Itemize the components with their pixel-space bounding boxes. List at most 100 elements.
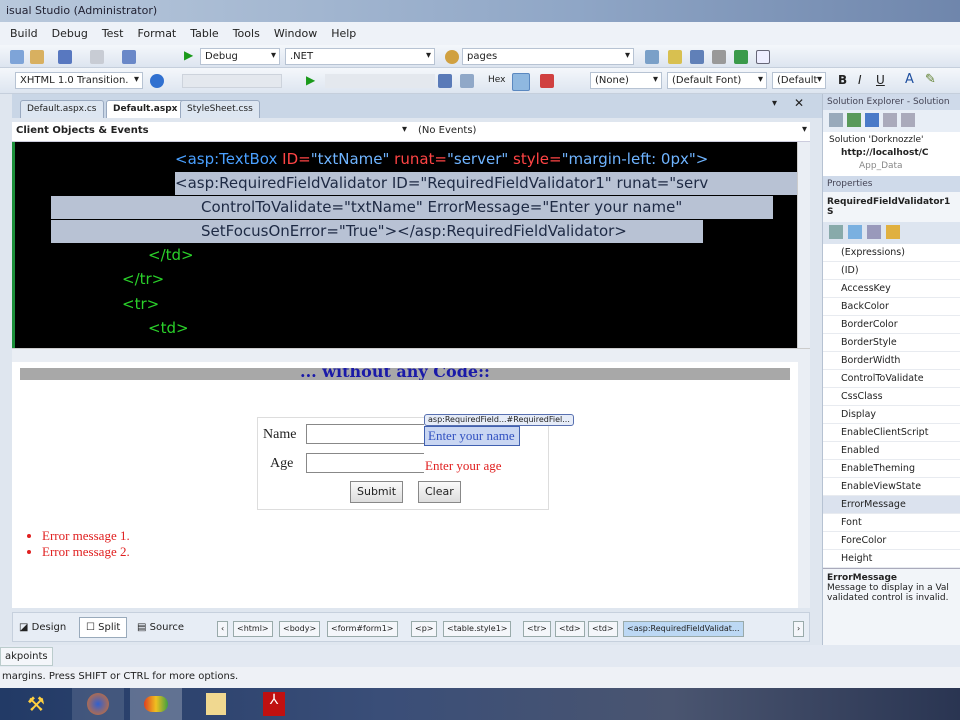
property-row[interactable]: (Expressions): [823, 244, 960, 262]
code-editor[interactable]: <asp:TextBox ID="txtName" runat="server"…: [12, 142, 797, 348]
start-page-icon[interactable]: [734, 50, 748, 64]
properties-object[interactable]: RequiredFieldValidator1 S: [823, 192, 960, 222]
crumb-scroll-left[interactable]: ‹: [217, 621, 229, 637]
style-select[interactable]: (None): [590, 72, 662, 89]
pointer-icon[interactable]: [512, 73, 530, 91]
firefox-taskbar-icon[interactable]: [72, 688, 124, 720]
property-row[interactable]: Enabled: [823, 442, 960, 460]
property-row[interactable]: (ID): [823, 262, 960, 280]
run-icon[interactable]: ▶: [306, 73, 315, 87]
property-row[interactable]: ControlToValidate: [823, 370, 960, 388]
undo-icon[interactable]: [58, 50, 72, 64]
name-input[interactable]: [306, 424, 424, 444]
view-code-icon[interactable]: [883, 113, 897, 127]
menu-format[interactable]: Format: [137, 27, 176, 40]
font-select[interactable]: (Default Font): [667, 72, 767, 89]
crumb-body[interactable]: <body>: [279, 621, 321, 637]
submit-button[interactable]: Submit: [350, 481, 404, 503]
redo-icon[interactable]: [90, 50, 104, 64]
property-row[interactable]: ForeColor: [823, 532, 960, 550]
categorized-icon[interactable]: [829, 225, 843, 239]
menu-debug[interactable]: Debug: [52, 27, 88, 40]
configuration-select[interactable]: Debug: [200, 48, 280, 65]
property-row[interactable]: Font: [823, 514, 960, 532]
client-objects-select[interactable]: Client Objects & Events: [12, 123, 410, 140]
underline-button[interactable]: U: [876, 73, 885, 87]
menu-table[interactable]: Table: [190, 27, 218, 40]
code-horizontal-scrollbar[interactable]: [12, 348, 810, 362]
forecolor-icon[interactable]: A: [905, 72, 914, 87]
crumb-tr[interactable]: <tr>: [523, 621, 551, 637]
validation-icon[interactable]: [150, 74, 164, 88]
view-designer-icon[interactable]: [901, 113, 915, 127]
properties-tab-icon[interactable]: [867, 225, 881, 239]
property-row[interactable]: EnableTheming: [823, 460, 960, 478]
bookmark-icon[interactable]: [460, 74, 474, 88]
crumb-table[interactable]: <table.style1>: [443, 621, 512, 637]
doctype-select[interactable]: XHTML 1.0 Transition.: [15, 72, 143, 89]
property-row[interactable]: ErrorMessage: [823, 496, 960, 514]
visual-studio-taskbar-icon[interactable]: [130, 688, 182, 720]
tools-icon[interactable]: [712, 50, 726, 64]
color-icon[interactable]: [540, 74, 554, 88]
property-row[interactable]: AccessKey: [823, 280, 960, 298]
tools-taskbar-icon[interactable]: ⚒: [10, 688, 62, 720]
menu-tools[interactable]: Tools: [233, 27, 260, 40]
property-row[interactable]: BorderStyle: [823, 334, 960, 352]
tree-item-app-data[interactable]: App_Data: [829, 160, 954, 173]
explorer-taskbar-icon[interactable]: [190, 688, 242, 720]
menu-test[interactable]: Test: [102, 27, 124, 40]
crumb-p[interactable]: <p>: [411, 621, 438, 637]
property-row[interactable]: BorderColor: [823, 316, 960, 334]
find-icon[interactable]: [445, 50, 459, 64]
source-view-button[interactable]: ▤ Source: [137, 622, 184, 633]
save-icon[interactable]: [122, 50, 136, 64]
name-validator[interactable]: Enter your name: [424, 426, 520, 446]
crumb-scroll-right[interactable]: ›: [793, 621, 805, 637]
crumb-form[interactable]: <form#form1>: [327, 621, 398, 637]
crumb-html[interactable]: <html>: [233, 621, 273, 637]
refresh-icon[interactable]: [847, 113, 861, 127]
close-icon[interactable]: ✕: [794, 96, 804, 110]
toolbox-icon[interactable]: [690, 50, 704, 64]
italic-button[interactable]: I: [858, 73, 862, 87]
hex-button[interactable]: Hex: [488, 75, 505, 85]
tab-default-aspx[interactable]: Default.aspx: [106, 100, 185, 118]
design-view-button[interactable]: ◪ Design: [19, 622, 66, 633]
tree-item-solution[interactable]: Solution 'Dorknozzle': [829, 134, 954, 147]
menu-window[interactable]: Window: [274, 27, 317, 40]
object-browser-icon[interactable]: [668, 50, 682, 64]
tab-stylesheet-css[interactable]: StyleSheet.css: [180, 100, 260, 118]
code-vertical-scrollbar[interactable]: [797, 142, 810, 348]
menu-help[interactable]: Help: [331, 27, 356, 40]
property-row[interactable]: Display: [823, 406, 960, 424]
comment-icon[interactable]: [438, 74, 452, 88]
breakpoints-tab[interactable]: akpoints: [0, 647, 53, 666]
properties-window-icon[interactable]: [645, 50, 659, 64]
tab-dropdown-icon[interactable]: ▾: [772, 98, 777, 109]
property-row[interactable]: CssClass: [823, 388, 960, 406]
highlight-icon[interactable]: ✎: [925, 72, 936, 87]
tree-item-site[interactable]: http://localhost/C: [829, 147, 954, 160]
open-icon[interactable]: [30, 50, 44, 64]
start-debug-icon[interactable]: ▶: [184, 48, 193, 62]
property-row[interactable]: EnableViewState: [823, 478, 960, 496]
events-select[interactable]: (No Events): [414, 123, 810, 140]
bold-button[interactable]: B: [838, 73, 847, 87]
alphabetical-icon[interactable]: [848, 225, 862, 239]
menu-build[interactable]: Build: [10, 27, 38, 40]
property-row[interactable]: EnableClientScript: [823, 424, 960, 442]
property-row[interactable]: Height: [823, 550, 960, 568]
crumb-td[interactable]: <td>: [555, 621, 585, 637]
window-icon[interactable]: [756, 50, 770, 64]
acrobat-taskbar-icon[interactable]: ⅄: [248, 688, 300, 720]
age-validator[interactable]: Enter your age: [425, 458, 502, 474]
font-size-select[interactable]: (Default: [772, 72, 826, 89]
crumb-validator[interactable]: <asp:RequiredFieldValidat...: [623, 621, 744, 637]
platform-select[interactable]: .NET: [285, 48, 435, 65]
nest-icon[interactable]: [865, 113, 879, 127]
events-icon[interactable]: [886, 225, 900, 239]
age-input[interactable]: [306, 453, 424, 473]
property-row[interactable]: BackColor: [823, 298, 960, 316]
new-project-icon[interactable]: [10, 50, 24, 64]
